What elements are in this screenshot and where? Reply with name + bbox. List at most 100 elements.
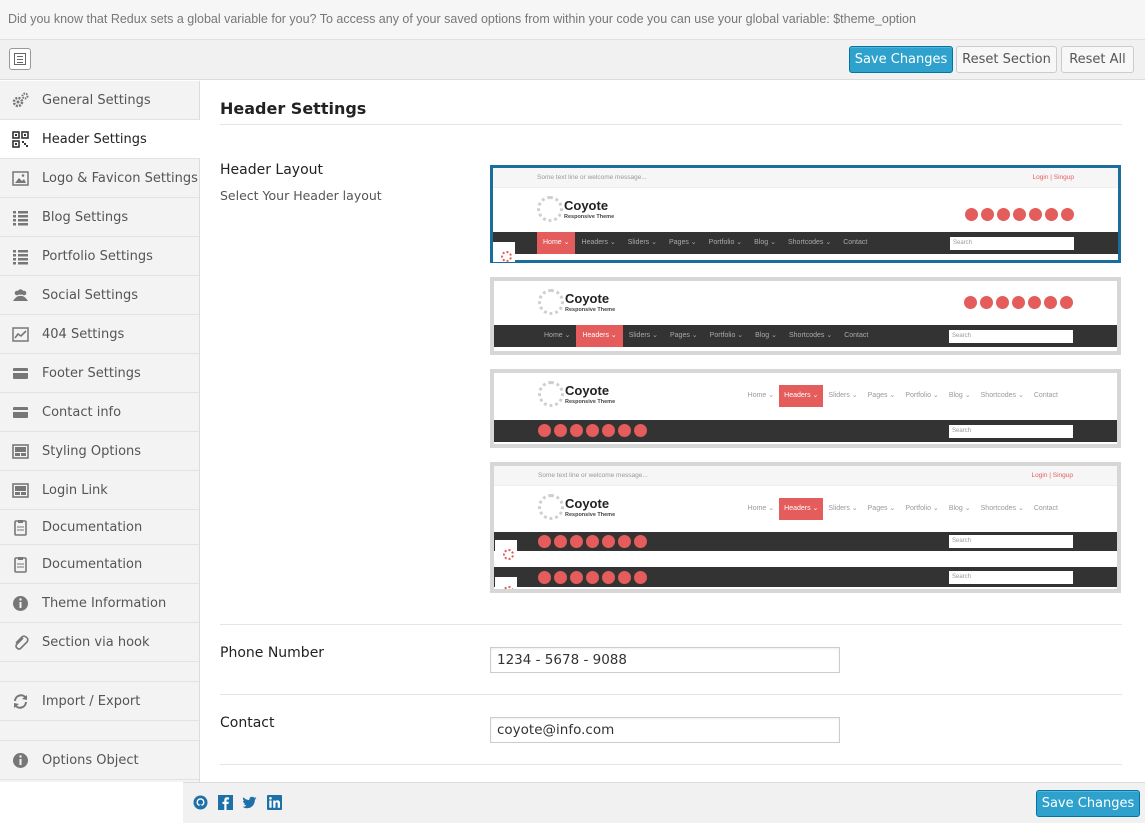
sidebar-item-404-settings[interactable]: 404 Settings — [0, 315, 199, 354]
preview-tagline: Responsive Theme — [565, 307, 616, 313]
clipboard-icon — [14, 520, 27, 536]
sidebar-item-documentation-2[interactable]: Documentation — [0, 545, 199, 584]
sidebar-item-logo-favicon[interactable]: Logo & Favicon Settings — [0, 159, 199, 198]
preview-nav: Search — [494, 532, 1117, 560]
preview-search: Search — [949, 535, 1073, 548]
sidebar-item-portfolio-settings[interactable]: Portfolio Settings — [0, 237, 199, 276]
notice-text: Did you know that Redux sets a global va… — [8, 12, 916, 26]
preview-nav: Home ⌄ Headers ⌄ Sliders ⌄ Pages ⌄ Portfolio… — [494, 325, 1117, 347]
expand-sidebar-icon[interactable] — [9, 48, 31, 70]
preview-welcome-text: Some text line or welcome message... — [538, 472, 648, 479]
sidebar-divider — [0, 721, 199, 741]
preview-search: Search — [949, 425, 1073, 438]
github-icon[interactable] — [193, 795, 208, 810]
preview-social-icons — [538, 571, 647, 584]
sidebar-item-label: Section via hook — [42, 634, 150, 650]
contact-title: Contact — [220, 715, 275, 731]
sidebar-item-login-link[interactable]: Login Link — [0, 471, 199, 510]
sidebar-item-label: General Settings — [42, 92, 151, 108]
sun-logo-icon — [538, 381, 564, 407]
preview-nav: Home ⌄ Headers ⌄ Sliders ⌄ Pages ⌄ Portfolio… — [493, 232, 1118, 262]
sun-logo-icon — [538, 494, 564, 520]
phone-number-input[interactable] — [490, 647, 840, 673]
gears-icon — [12, 92, 29, 108]
preview-inline-nav: Home ⌄ Headers ⌄ Sliders ⌄ Pages ⌄ Portfolio… — [743, 498, 1063, 520]
sidebar-item-label: Blog Settings — [42, 209, 129, 225]
footer-save-button[interactable]: Save Changes — [1036, 790, 1140, 817]
sidebar-item-header-settings[interactable]: Header Settings — [0, 120, 200, 159]
preview-topbar: Some text line or welcome message... Log… — [494, 466, 1117, 486]
preview-login-text: Login | Singup — [1031, 472, 1073, 479]
sidebar-item-contact-info[interactable]: Contact info — [0, 393, 199, 432]
twitter-icon[interactable] — [242, 795, 257, 810]
options-sidebar: General Settings Header Settings Logo & … — [0, 81, 200, 782]
credit-card-icon — [13, 407, 28, 418]
header-layout-option-2[interactable]: Coyote Responsive Theme Home ⌄ Headers ⌄ S… — [490, 277, 1121, 355]
paperclip-icon — [15, 635, 29, 650]
list-icon — [13, 250, 28, 265]
gear-icon — [493, 242, 515, 262]
sun-logo-icon — [537, 196, 563, 222]
sidebar-item-label: Social Settings — [42, 287, 138, 303]
preview-brand: Coyote — [564, 198, 609, 213]
preview-tagline: Responsive Theme — [565, 399, 616, 405]
footer-spacer — [0, 782, 183, 823]
preview-social-icons — [965, 208, 1074, 221]
info-icon — [13, 753, 28, 768]
divider — [220, 124, 1122, 125]
sidebar-item-section-via-hook[interactable]: Section via hook — [0, 623, 199, 662]
sidebar-item-documentation[interactable]: Documentation — [0, 510, 199, 545]
options-footer: Save Changes — [183, 782, 1145, 823]
preview-logo-row: Coyote Responsive Theme — [493, 188, 1118, 232]
options-main: Header Settings Header Layout Select You… — [200, 81, 1145, 782]
sidebar-item-label: Theme Information — [42, 595, 167, 611]
contact-email-input[interactable] — [490, 717, 840, 743]
preview-brand: Coyote — [565, 496, 610, 511]
sidebar-item-blog-settings[interactable]: Blog Settings — [0, 198, 199, 237]
sidebar-item-label: Options Object — [42, 752, 139, 768]
sidebar-item-styling-options[interactable]: Styling Options — [0, 432, 199, 471]
sidebar-item-import-export[interactable]: Import / Export — [0, 682, 199, 721]
sidebar-item-label: 404 Settings — [42, 326, 125, 342]
group-icon — [13, 289, 28, 301]
page-title: Header Settings — [220, 99, 367, 118]
sun-logo-icon — [538, 289, 564, 315]
divider — [220, 624, 1122, 625]
reset-section-button[interactable]: Reset Section — [956, 46, 1057, 73]
sidebar-item-theme-information[interactable]: Theme Information — [0, 584, 199, 623]
header-layout-subtitle: Select Your Header layout — [220, 188, 382, 203]
sidebar-item-label: Documentation — [42, 519, 143, 535]
preview-nav: Search — [494, 420, 1117, 442]
sidebar-item-footer-settings[interactable]: Footer Settings — [0, 354, 199, 393]
facebook-icon[interactable] — [218, 795, 233, 810]
header-layout-option-1[interactable]: Some text line or welcome message... Log… — [490, 165, 1121, 263]
sidebar-item-general-settings[interactable]: General Settings — [0, 81, 199, 120]
sidebar-item-social-settings[interactable]: Social Settings — [0, 276, 199, 315]
sidebar-item-options-object[interactable]: Options Object — [0, 741, 199, 780]
preview-nav-sticky: Search — [494, 567, 1117, 589]
linkedin-icon[interactable] — [267, 795, 282, 810]
reset-all-button[interactable]: Reset All — [1061, 46, 1134, 73]
chart-icon — [12, 327, 29, 342]
sidebar-item-label: Import / Export — [42, 693, 141, 709]
picture-icon — [12, 171, 29, 186]
save-button[interactable]: Save Changes — [849, 46, 953, 73]
header-layout-option-3[interactable]: Coyote Responsive Theme Home ⌄ Headers ⌄ S… — [490, 369, 1121, 448]
preview-logo-row: Coyote Responsive Theme Home ⌄ Headers ⌄ S… — [494, 486, 1117, 532]
divider — [220, 694, 1122, 695]
header-layout-option-4[interactable]: Some text line or welcome message... Log… — [490, 462, 1121, 593]
preview-brand: Coyote — [565, 383, 610, 398]
gear-icon — [495, 577, 517, 589]
sidebar-item-label: Logo & Favicon Settings — [42, 170, 198, 186]
preview-welcome-text: Some text line or welcome message... — [537, 174, 647, 181]
phone-number-title: Phone Number — [220, 645, 325, 661]
preview-brand: Coyote — [565, 291, 610, 306]
info-icon — [13, 596, 28, 611]
preview-tagline: Responsive Theme — [564, 214, 615, 220]
qrcode-icon — [12, 131, 29, 148]
preview-search: Search — [950, 237, 1074, 250]
sidebar-item-label: Contact info — [42, 404, 122, 420]
clipboard-icon — [14, 557, 27, 573]
preview-inline-nav: Home ⌄ Headers ⌄ Sliders ⌄ Pages ⌄ Portfolio… — [743, 385, 1063, 407]
credit-card-icon — [13, 368, 28, 379]
